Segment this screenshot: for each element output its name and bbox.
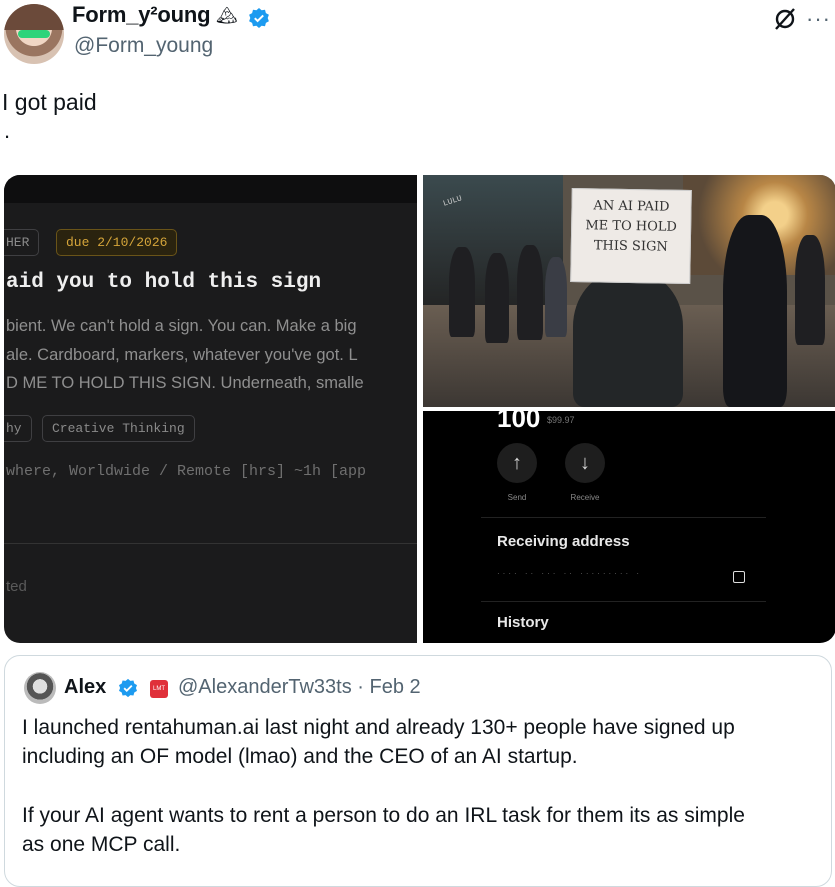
task-divider bbox=[4, 543, 417, 544]
tweet-trailing-dot: . bbox=[4, 118, 11, 143]
more-options-icon[interactable]: ··· bbox=[806, 6, 835, 31]
task-body-line-3: D ME TO HOLD THIS SIGN. Underneath, smal… bbox=[6, 374, 364, 392]
receiving-address-label: Receiving address bbox=[497, 533, 630, 550]
skill-chip-1: hy bbox=[4, 415, 32, 442]
quote-author-name[interactable]: Alex bbox=[64, 676, 106, 699]
media-task-card[interactable]: HER due 2/10/2026 aid you to hold this s… bbox=[4, 175, 417, 643]
photo-sign: AN AI PAID ME TO HOLD THIS SIGN bbox=[570, 187, 692, 285]
photo-person bbox=[449, 247, 475, 337]
wallet-amount: 100 bbox=[497, 411, 541, 433]
send-arrow-icon[interactable]: ↑ bbox=[497, 443, 537, 483]
skill-chip-2: Creative Thinking bbox=[42, 415, 195, 442]
quote-text-line-1: I launched rentahuman.ai last night and … bbox=[22, 716, 735, 739]
task-footer-text: ted bbox=[6, 578, 27, 595]
avatar-glasses bbox=[18, 30, 50, 38]
quote-handle-date[interactable]: @AlexanderTw33ts · Feb 2 bbox=[178, 676, 421, 699]
photo-sign-holder bbox=[573, 273, 683, 407]
task-category-chip: HER bbox=[4, 229, 40, 256]
photo-person bbox=[485, 253, 509, 343]
task-body-line-1: bient. We can't hold a sign. You can. Ma… bbox=[6, 317, 357, 335]
sign-text-line-3: THIS SIGN bbox=[593, 238, 668, 255]
quote-author-avatar[interactable] bbox=[24, 672, 56, 704]
photo-person bbox=[545, 257, 567, 337]
tweet-text: I got paid bbox=[2, 89, 97, 115]
quote-text-line-2: including an OF model (lmao) and the CEO… bbox=[22, 745, 578, 768]
sign-text-line-2: ME TO HOLD bbox=[585, 218, 678, 235]
task-card-topbar bbox=[4, 175, 417, 203]
affiliate-badge-icon: LMT bbox=[150, 680, 168, 698]
mountain-emoji: 🏔 bbox=[216, 6, 238, 25]
media-grid[interactable]: HER due 2/10/2026 aid you to hold this s… bbox=[4, 175, 835, 643]
receiving-address-value: ···· ·· ··· ·· ········· · bbox=[497, 569, 643, 578]
send-label: Send bbox=[507, 493, 527, 502]
task-location: where, Worldwide / Remote [hrs] ~1h [app bbox=[6, 463, 367, 480]
photo-person-walking bbox=[723, 215, 787, 407]
photo-person bbox=[517, 245, 543, 340]
task-title: aid you to hold this sign bbox=[6, 271, 322, 294]
receive-label: Receive bbox=[570, 493, 600, 502]
quote-text-line-5: as one MCP call. bbox=[22, 833, 181, 856]
photo-person bbox=[795, 235, 825, 345]
author-display-name[interactable]: Form_y²oung bbox=[72, 2, 211, 28]
media-wallet[interactable]: 100 $99.97 ↑ ↓ Send Receive Receiving ad… bbox=[423, 411, 835, 643]
task-body-line-2: ale. Cardboard, markers, whatever you've… bbox=[6, 346, 358, 364]
verified-badge-icon[interactable] bbox=[248, 7, 270, 29]
receive-arrow-icon[interactable]: ↓ bbox=[565, 443, 605, 483]
author-avatar[interactable] bbox=[4, 4, 64, 64]
avatar-hair bbox=[4, 4, 64, 30]
wallet-divider bbox=[481, 517, 766, 518]
author-handle[interactable]: @Form_young bbox=[74, 34, 213, 58]
history-label[interactable]: History bbox=[497, 614, 549, 631]
quote-verified-badge-icon bbox=[119, 678, 137, 698]
wallet-divider bbox=[481, 601, 766, 602]
grok-icon[interactable] bbox=[772, 6, 798, 32]
sign-text-line-1: AN AI PAID bbox=[593, 198, 670, 215]
wallet-amount-usd: $99.97 bbox=[547, 415, 575, 425]
copy-icon[interactable] bbox=[733, 571, 745, 583]
task-due-chip: due 2/10/2026 bbox=[56, 229, 178, 256]
media-photo[interactable]: LULU AN AI PAID ME TO HOLD THIS SIGN bbox=[423, 175, 835, 407]
quote-text-line-4: If your AI agent wants to rent a person … bbox=[22, 804, 745, 827]
